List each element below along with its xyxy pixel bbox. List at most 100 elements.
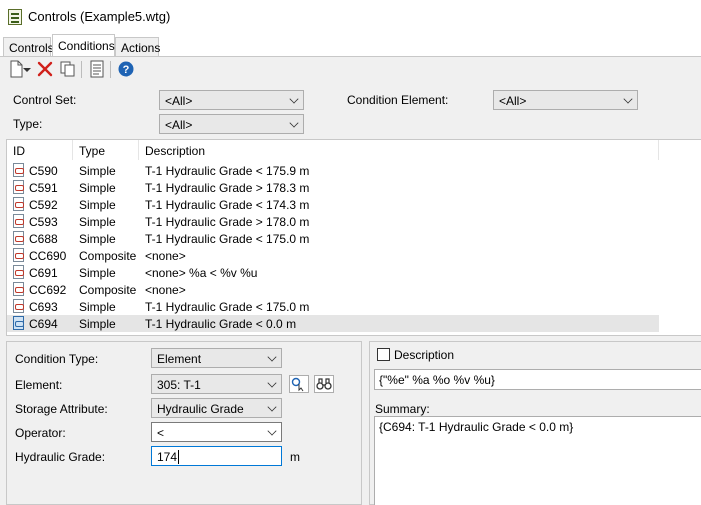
condition-type: Simple — [79, 317, 116, 331]
controls-app-icon — [8, 9, 22, 25]
tab-conditions[interactable]: Conditions — [52, 34, 115, 56]
column-header-description[interactable]: Description — [139, 140, 659, 160]
copy-icon[interactable] — [58, 59, 78, 79]
condition-type-dropdown[interactable]: Element — [151, 348, 282, 368]
condition-id: C590 — [29, 164, 58, 178]
condition-description: <none> — [145, 283, 186, 297]
storage-attribute-dropdown[interactable]: Hydraulic Grade — [151, 398, 282, 418]
condition-description: T-1 Hydraulic Grade < 175.9 m — [145, 164, 310, 178]
find-element-button[interactable] — [314, 375, 334, 393]
tab-controls[interactable]: Controls — [3, 37, 54, 56]
list-item[interactable]: CC690 Composite <none> — [7, 247, 659, 264]
condition-description: <none> %a < %v %u — [145, 266, 258, 280]
condition-description: T-1 Hydraulic Grade > 178.0 m — [145, 215, 310, 229]
condition-id: CC692 — [29, 283, 67, 297]
chevron-down-icon — [289, 118, 299, 128]
description-template-field[interactable]: {"%e" %a %o %v %u} — [374, 369, 701, 390]
condition-id: C592 — [29, 198, 58, 212]
binoculars-icon — [316, 378, 332, 390]
condition-description: T-1 Hydraulic Grade < 174.3 m — [145, 198, 310, 212]
summary-label: Summary: — [375, 402, 430, 416]
description-checkbox-label[interactable]: Description — [394, 348, 454, 362]
operator-label: Operator: — [15, 426, 66, 440]
condition-icon — [13, 163, 24, 177]
list-item[interactable]: C693 Simple T-1 Hydraulic Grade < 175.0 m — [7, 298, 659, 315]
condition-icon — [13, 316, 24, 330]
condition-type: Simple — [79, 181, 116, 195]
hydraulic-grade-input[interactable]: 174 — [151, 446, 282, 466]
hydraulic-grade-label: Hydraulic Grade: — [15, 450, 106, 464]
chevron-down-icon — [623, 94, 633, 104]
description-panel: Description {"%e" %a %o %v %u} Summary: … — [369, 341, 701, 505]
element-label: Element: — [15, 378, 63, 392]
condition-element-value: <All> — [499, 94, 527, 108]
select-element-button[interactable] — [289, 375, 309, 393]
storage-attribute-value: Hydraulic Grade — [157, 402, 244, 416]
condition-icon — [13, 231, 24, 245]
dropdown-arrow-icon[interactable] — [22, 59, 32, 79]
list-item[interactable]: CC692 Composite <none> — [7, 281, 659, 298]
column-header-id[interactable]: ID — [7, 140, 73, 160]
report-icon[interactable] — [87, 59, 107, 79]
element-dropdown[interactable]: 305: T-1 — [151, 374, 282, 394]
condition-description: T-1 Hydraulic Grade < 175.0 m — [145, 300, 310, 314]
svg-text:?: ? — [123, 64, 130, 76]
chevron-down-icon — [267, 426, 277, 436]
pointer-select-icon — [291, 377, 304, 392]
condition-icon — [13, 180, 24, 194]
window-title: Controls (Example5.wtg) — [28, 9, 171, 24]
title-bar: Controls (Example5.wtg) — [0, 0, 701, 34]
list-item[interactable]: C592 Simple T-1 Hydraulic Grade < 174.3 m — [7, 196, 659, 213]
list-item[interactable]: C688 Simple T-1 Hydraulic Grade < 175.0 m — [7, 230, 659, 247]
condition-type: Simple — [79, 300, 116, 314]
condition-type: Simple — [79, 232, 116, 246]
condition-id: C593 — [29, 215, 58, 229]
condition-type: Composite — [79, 249, 137, 263]
condition-icon — [13, 197, 24, 211]
type-value: <All> — [165, 118, 193, 132]
condition-id: C591 — [29, 181, 58, 195]
control-set-label: Control Set: — [13, 93, 77, 107]
list-item[interactable]: C694 Simple T-1 Hydraulic Grade < 0.0 m — [7, 315, 659, 332]
condition-element-dropdown[interactable]: <All> — [493, 90, 638, 110]
hydraulic-grade-value: 174 — [157, 450, 178, 464]
tab-actions[interactable]: Actions — [115, 37, 160, 56]
condition-description: T-1 Hydraulic Grade < 0.0 m — [145, 317, 297, 331]
type-label: Type: — [13, 117, 43, 131]
operator-value: < — [157, 426, 165, 440]
condition-type: Simple — [79, 215, 116, 229]
condition-description: <none> — [145, 249, 186, 263]
control-set-dropdown[interactable]: <All> — [159, 90, 304, 110]
condition-type: Simple — [79, 164, 116, 178]
condition-description: T-1 Hydraulic Grade > 178.3 m — [145, 181, 310, 195]
list-item[interactable]: C590 Simple T-1 Hydraulic Grade < 175.9 m — [7, 162, 659, 179]
condition-icon — [13, 299, 24, 313]
list-item[interactable]: C691 Simple <none> %a < %v %u — [7, 264, 659, 281]
text-caret — [178, 450, 180, 464]
tab-strip: Controls Conditions Actions — [0, 34, 701, 56]
condition-type: Simple — [79, 266, 116, 280]
list-item[interactable]: C593 Simple T-1 Hydraulic Grade > 178.0 m — [7, 213, 659, 230]
conditions-list[interactable]: ID Type Description C590 Simple T-1 Hydrau… — [6, 139, 701, 336]
description-checkbox[interactable] — [377, 348, 390, 361]
condition-icon — [13, 214, 24, 228]
list-item[interactable]: C591 Simple T-1 Hydraulic Grade > 178.3 m — [7, 179, 659, 196]
hydraulic-grade-unit: m — [290, 450, 300, 464]
condition-id: C688 — [29, 232, 58, 246]
delete-icon[interactable] — [35, 59, 55, 79]
toolbar-separator — [110, 61, 111, 78]
chevron-down-icon — [289, 94, 299, 104]
column-header-type[interactable]: Type — [73, 140, 139, 160]
condition-editor: Condition Type: Element Element: 305: T-… — [6, 341, 362, 505]
control-set-value: <All> — [165, 94, 193, 108]
type-dropdown[interactable]: <All> — [159, 114, 304, 134]
condition-id: CC690 — [29, 249, 67, 263]
operator-dropdown[interactable]: < — [151, 422, 282, 442]
condition-icon — [13, 265, 24, 279]
condition-type-value: Element — [157, 352, 202, 366]
condition-icon — [13, 282, 24, 296]
toolbar-separator — [81, 61, 82, 78]
condition-type: Composite — [79, 283, 137, 297]
storage-attribute-label: Storage Attribute: — [15, 402, 108, 416]
help-icon[interactable]: ? — [116, 59, 136, 79]
